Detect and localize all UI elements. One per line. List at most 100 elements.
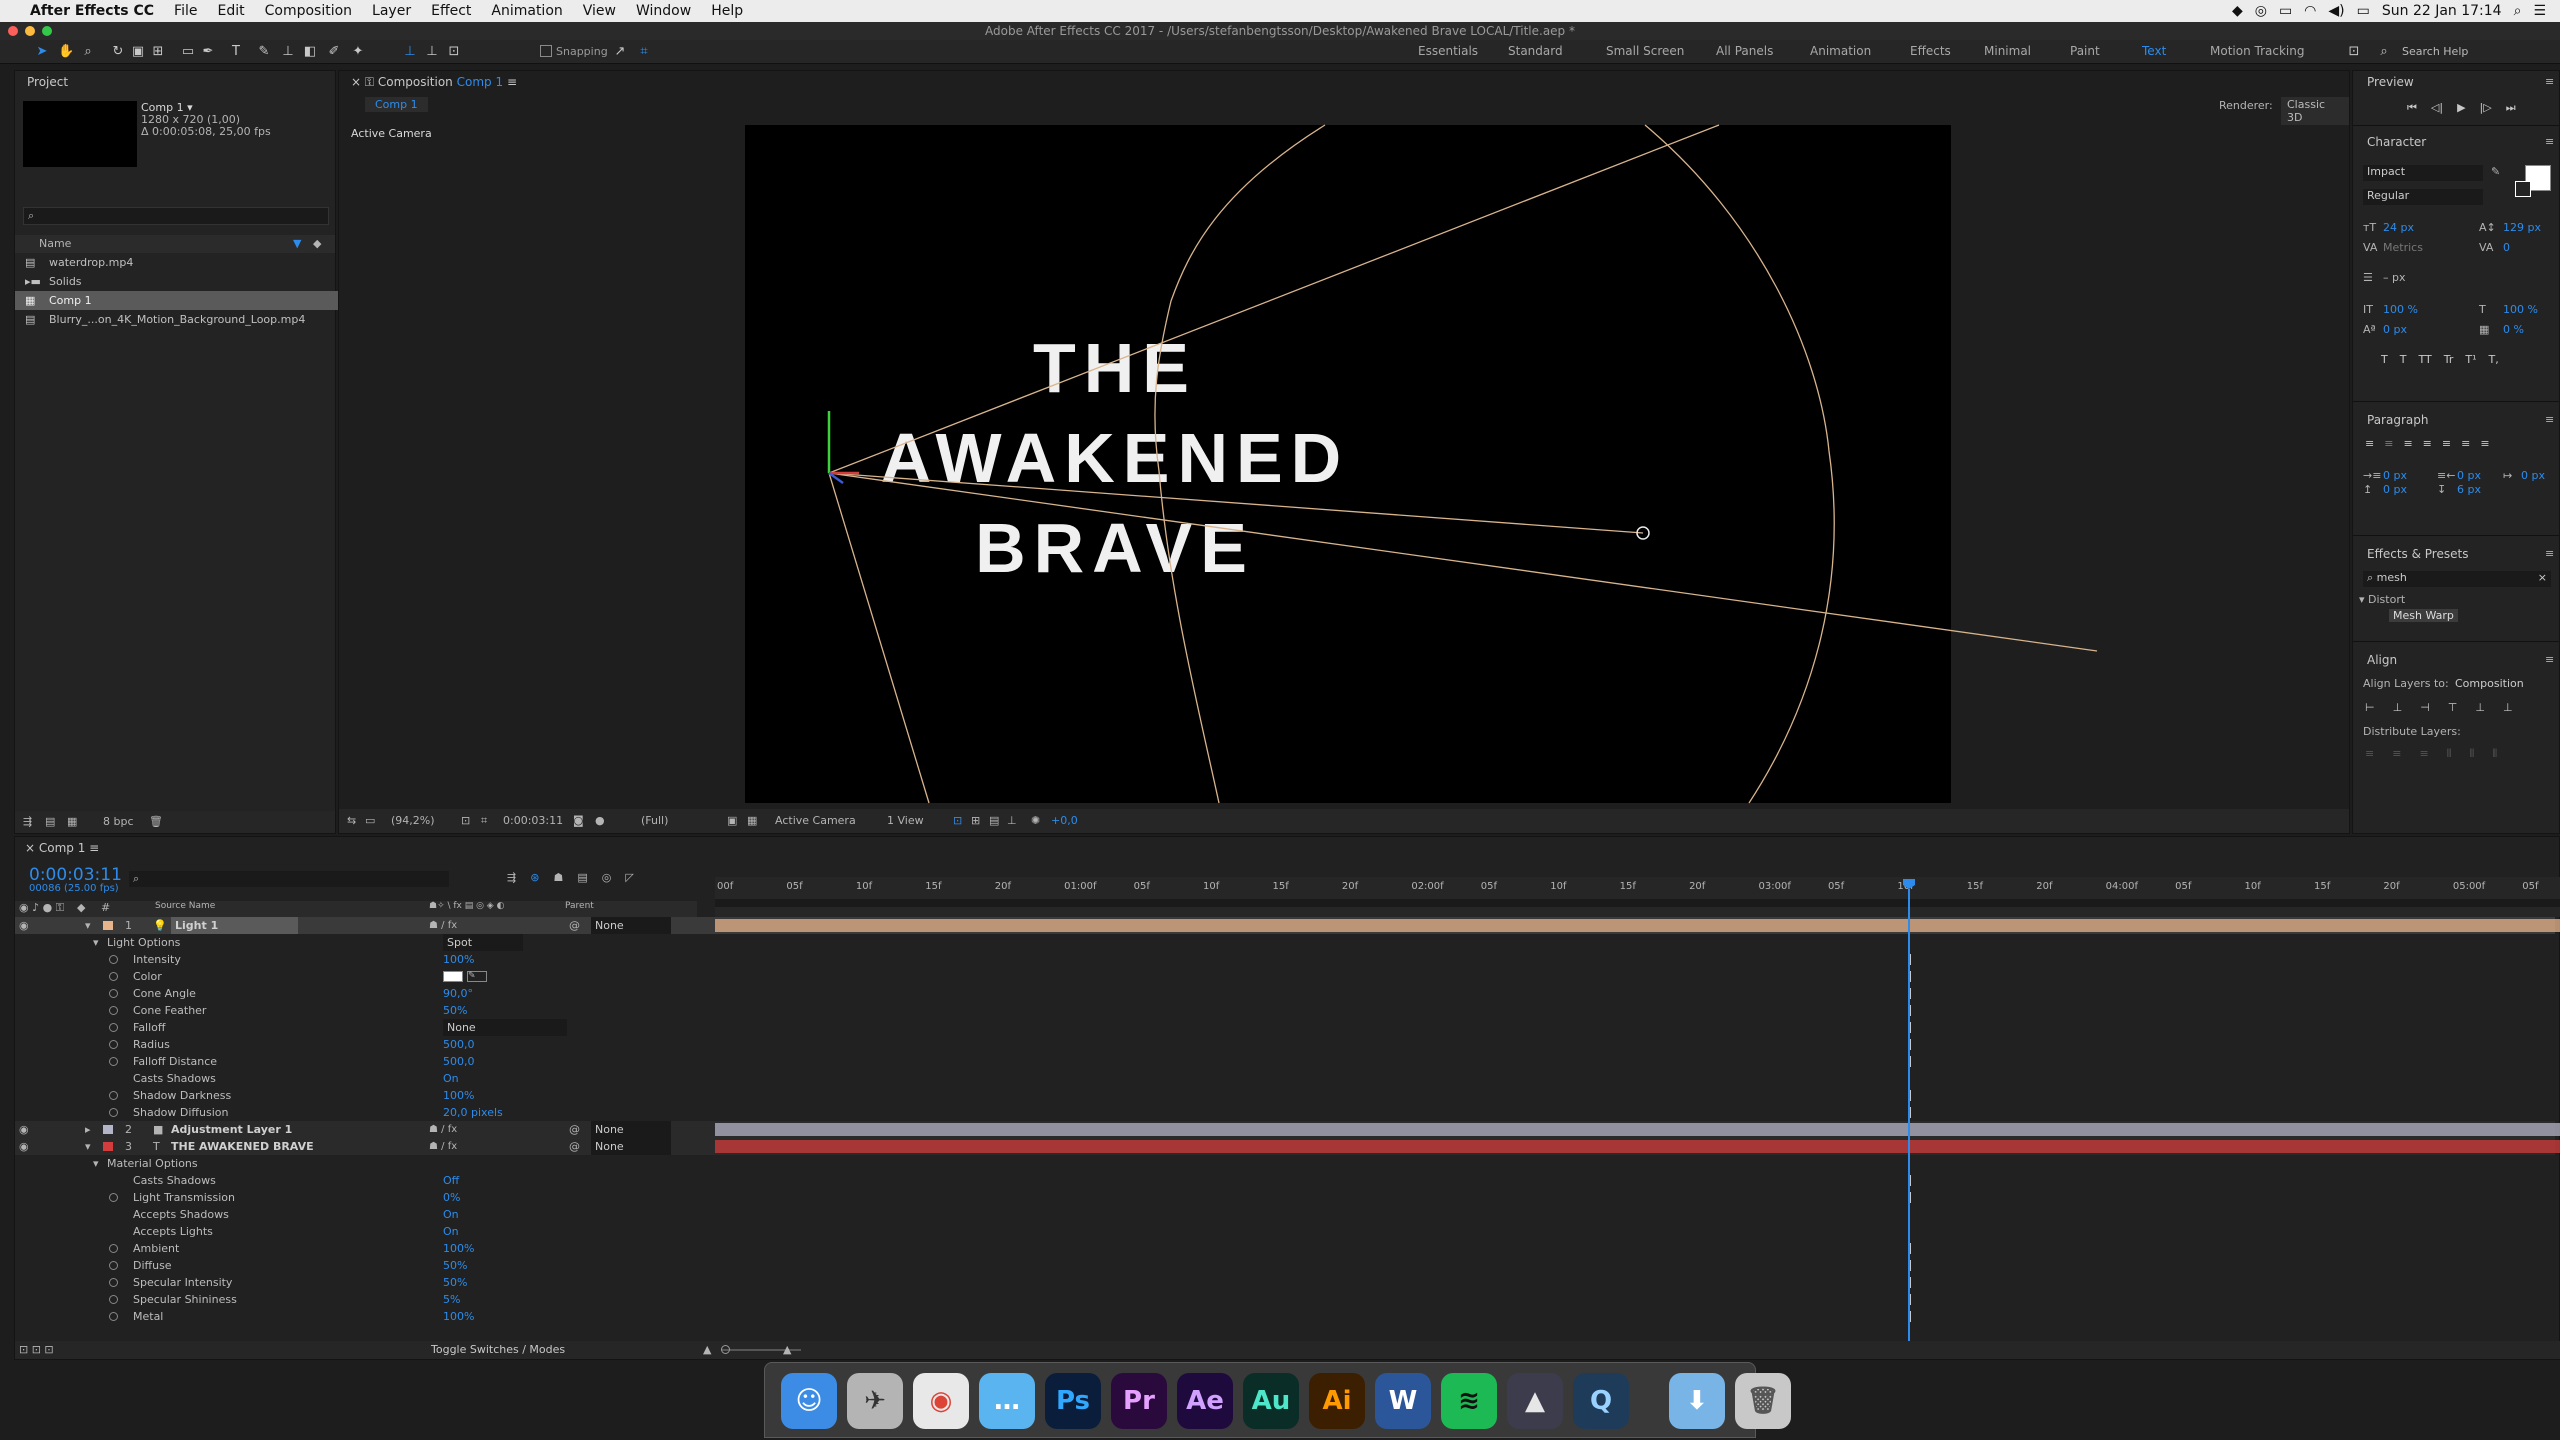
puppet-tool-icon[interactable]: ✦ xyxy=(350,44,366,60)
stroke-width-value[interactable]: – px xyxy=(2383,271,2406,284)
brush-tool-icon[interactable]: ✎ xyxy=(256,44,272,60)
font-family-dropdown[interactable]: Impact xyxy=(2363,165,2483,181)
parent-pickwhip-icon[interactable]: @ xyxy=(569,917,580,934)
timeline-layer-row[interactable]: ◉ ▾ 1 💡 Light 1 ☗ / fx @ None xyxy=(15,917,2560,934)
distribute-hcenter-icon[interactable]: ⦀ xyxy=(2470,747,2475,761)
menu-item-help[interactable]: Help xyxy=(701,0,753,22)
property-value[interactable]: 500,0 xyxy=(443,1036,475,1053)
text-style-button[interactable]: TT xyxy=(2418,353,2431,366)
wifi-icon[interactable]: ◠ xyxy=(2304,3,2316,19)
trash-icon[interactable]: 🗑 xyxy=(1735,1373,1791,1429)
effects-presets-title[interactable]: Effects & Presets xyxy=(2367,547,2468,561)
align-to-dropdown[interactable]: Composition xyxy=(2455,677,2524,690)
property-row[interactable]: Specular Shininess 5% xyxy=(15,1291,2555,1308)
chrome-icon[interactable]: ◉ xyxy=(913,1373,969,1429)
layer-name[interactable]: Light 1 xyxy=(171,917,299,934)
expand-twirl-icon[interactable]: ▾ xyxy=(85,917,91,934)
property-value[interactable]: 100% xyxy=(443,1308,474,1325)
toggle-layer-switches-icon[interactable]: ⊡ ⊡ ⊡ xyxy=(19,1343,54,1356)
workspace-menu-icon[interactable]: ⊡ xyxy=(2346,44,2362,60)
property-row[interactable]: Accepts Lights On xyxy=(15,1223,2555,1240)
property-dropdown[interactable]: Spot xyxy=(443,934,523,951)
stopwatch-icon[interactable] xyxy=(109,1193,118,1202)
layer-name[interactable]: THE AWAKENED BRAVE xyxy=(171,1138,314,1155)
roto-brush-tool-icon[interactable]: ✐ xyxy=(326,44,342,60)
indent-left-value[interactable]: 0 px xyxy=(2383,469,2407,482)
creative-cloud-icon[interactable]: ◎ xyxy=(2255,3,2267,19)
light-gizmo-overlay[interactable] xyxy=(339,71,2351,835)
label-column-icon[interactable]: ◆ xyxy=(313,237,321,250)
timeline-zoom-handle[interactable] xyxy=(721,1345,730,1354)
justify-all-icon[interactable]: ≡ xyxy=(2480,437,2489,450)
menu-item-effect[interactable]: Effect xyxy=(421,0,481,22)
property-value[interactable]: 5% xyxy=(443,1291,460,1308)
source-name-column-label[interactable]: Source Name xyxy=(155,901,215,911)
exposure-icon[interactable]: ✺ xyxy=(1031,814,1040,827)
workspace-tab-animation[interactable]: Animation xyxy=(1810,44,1871,58)
stopwatch-icon[interactable] xyxy=(109,1091,118,1100)
distribute-top-icon[interactable]: ≡ xyxy=(2365,747,2374,761)
timeline-search-input[interactable]: ⌕ xyxy=(129,871,449,887)
property-row[interactable]: Radius 500,0 xyxy=(15,1036,2555,1053)
distribute-bottom-icon[interactable]: ≡ xyxy=(2419,747,2428,761)
property-row[interactable]: Color ✎ xyxy=(15,968,2555,985)
panel-menu-icon[interactable]: ≡ xyxy=(2545,547,2554,560)
property-row[interactable]: Intensity 100% xyxy=(15,951,2555,968)
name-column-label[interactable]: Name xyxy=(39,237,71,250)
panel-menu-icon[interactable]: ≡ xyxy=(2545,75,2554,88)
layer-label-color[interactable] xyxy=(103,921,113,930)
workspace-tab-effects[interactable]: Effects xyxy=(1910,44,1951,58)
photoshop-icon[interactable]: Ps xyxy=(1045,1373,1101,1429)
align-vertical-centers-icon[interactable]: ⊥ xyxy=(2475,701,2485,714)
view-layout-dropdown[interactable]: 1 View xyxy=(887,814,924,827)
property-value[interactable]: On xyxy=(443,1206,459,1223)
camera-tool-icon[interactable]: ▣ xyxy=(130,44,146,60)
property-value[interactable]: 50% xyxy=(443,1002,467,1019)
horizontal-scale-value[interactable]: 100 % xyxy=(2503,303,2538,316)
justify-right-icon[interactable]: ≡ xyxy=(2461,437,2470,450)
time-ruler[interactable]: 00f 05f 10f 15f 20f 01:00f 05f 10f 15f 20f 02:00f 0… xyxy=(715,877,2560,917)
trash-icon[interactable]: 🗑 xyxy=(149,815,163,828)
stopwatch-icon[interactable] xyxy=(109,972,118,981)
space-after-value[interactable]: 6 px xyxy=(2457,483,2481,496)
property-value[interactable]: 100% xyxy=(443,951,474,968)
text-tool-icon[interactable]: T xyxy=(228,44,244,60)
rotate-tool-icon[interactable]: ↻ xyxy=(110,44,126,60)
menu-item-composition[interactable]: Composition xyxy=(255,0,362,22)
show-channel-icon[interactable]: ● xyxy=(595,814,605,827)
menu-item-file[interactable]: File xyxy=(164,0,207,22)
toggle-pixel-aspect-icon[interactable]: ⊡ xyxy=(953,814,962,827)
world-axis-icon[interactable]: ⊥ xyxy=(424,44,440,60)
timeline-icon[interactable]: ▤ xyxy=(989,814,999,827)
effect-category[interactable]: ▾ Distort xyxy=(2359,593,2405,606)
workspace-tab-small-screen[interactable]: Small Screen xyxy=(1606,44,1684,58)
property-row[interactable]: Shadow Diffusion 20,0 pixels xyxy=(15,1104,2555,1121)
property-value[interactable]: Off xyxy=(443,1172,459,1189)
property-row[interactable]: Cone Angle 90,0° xyxy=(15,985,2555,1002)
monitor-icon[interactable]: ▭ xyxy=(365,814,375,827)
zoom-out-icon[interactable]: ▲ xyxy=(703,1343,711,1356)
property-value[interactable]: 0% xyxy=(443,1189,460,1206)
panel-menu-icon[interactable]: ≡ xyxy=(2545,135,2554,148)
downloads-icon[interactable]: ⬇ xyxy=(1669,1373,1725,1429)
menu-item-layer[interactable]: Layer xyxy=(362,0,421,22)
project-item[interactable]: ▤ Blurry_...on_4K_Motion_Background_Loop.… xyxy=(15,310,345,329)
eyedropper-icon[interactable]: ✎ xyxy=(2491,165,2500,178)
space-before-value[interactable]: 0 px xyxy=(2383,483,2407,496)
window-close-button[interactable] xyxy=(8,26,18,36)
project-search-input[interactable]: ⌕ xyxy=(23,207,329,225)
font-style-dropdown[interactable]: Regular xyxy=(2363,189,2483,205)
align-right-icon[interactable]: ≡ xyxy=(2403,437,2412,450)
property-group-row[interactable]: ▾ Light Options Spot xyxy=(15,934,2555,951)
paragraph-title[interactable]: Paragraph xyxy=(2367,413,2428,427)
align-top-edges-icon[interactable]: ⊤ xyxy=(2448,701,2458,714)
stroke-color-swatch[interactable] xyxy=(2515,181,2531,197)
layer-switches[interactable]: ☗ / fx xyxy=(429,917,457,934)
view-axis-icon[interactable]: ⊡ xyxy=(446,44,462,60)
bit-depth-button[interactable]: 8 bpc xyxy=(103,815,134,828)
snapping-checkbox[interactable] xyxy=(540,45,552,57)
quicktime-icon[interactable]: Q xyxy=(1573,1373,1629,1429)
flowchart-icon[interactable]: ⊥ xyxy=(1007,814,1017,827)
text-style-button[interactable]: T xyxy=(2400,353,2407,366)
stopwatch-icon[interactable] xyxy=(109,1278,118,1287)
